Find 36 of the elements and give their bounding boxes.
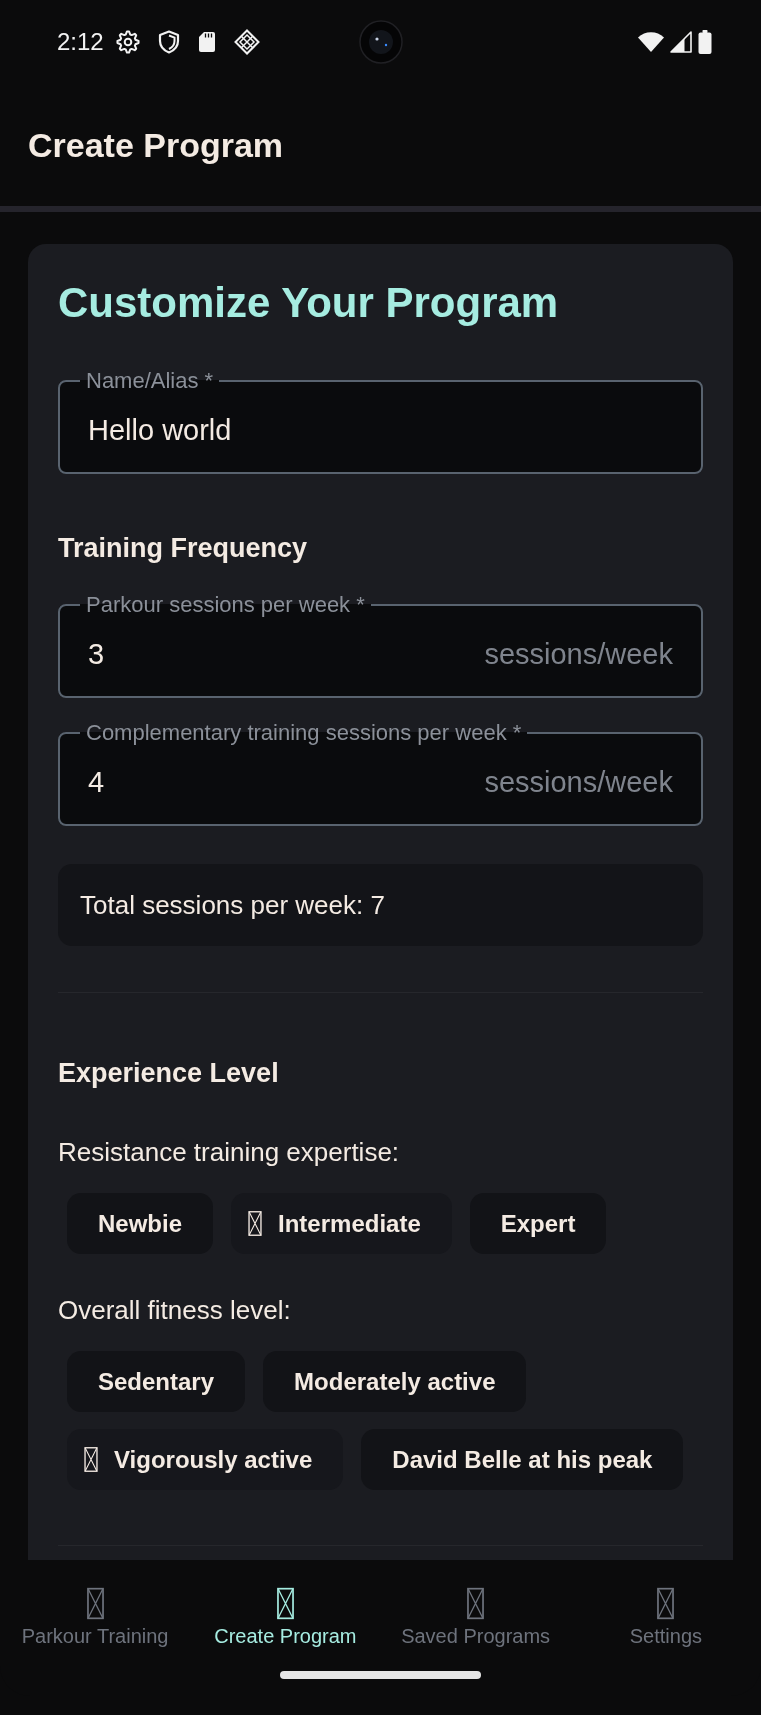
- option-chip[interactable]: Newbie: [67, 1193, 214, 1254]
- camera-lens-icon: [359, 20, 403, 64]
- status-time: 2:12: [57, 28, 104, 56]
- screen-title: Create Program: [28, 125, 284, 166]
- nav-tab[interactable]: Settings: [570, 1560, 761, 1648]
- shield-icon: [157, 30, 180, 54]
- section-heading: Experience Level: [58, 1057, 280, 1090]
- signal-icon: [669, 30, 693, 54]
- nav-tab[interactable]: Saved Programs: [380, 1560, 571, 1648]
- option-chip[interactable]: Sedentary: [67, 1351, 246, 1412]
- missing-glyph-icon: [276, 1587, 294, 1620]
- nav-tab[interactable]: Create Program: [190, 1560, 381, 1648]
- number-field[interactable]: Parkour sessions per week * 3 sessions/week: [58, 593, 703, 698]
- total-sessions-summary: Total sessions per week: 7: [58, 864, 703, 946]
- diamond-icon: [233, 29, 260, 55]
- gear-icon: [115, 30, 140, 54]
- option-chip[interactable]: Vigorously active: [67, 1429, 344, 1490]
- question-label: Overall fitness level:: [58, 1294, 292, 1326]
- nav-tab[interactable]: Parkour Training: [0, 1560, 191, 1648]
- section-heading: Training Frequency: [58, 532, 309, 565]
- name-field[interactable]: Name/Alias * Hello world: [58, 369, 703, 474]
- sd-card-icon: [197, 30, 216, 54]
- option-chip[interactable]: David Belle at his peak: [361, 1429, 684, 1490]
- battery-icon: [697, 29, 713, 55]
- question-label: Resistance training expertise:: [58, 1136, 401, 1168]
- missing-glyph-icon: [248, 1211, 263, 1236]
- option-chip[interactable]: Expert: [469, 1193, 607, 1254]
- number-field[interactable]: Complementary training sessions per week * 4 sessions/week: [58, 721, 703, 826]
- form-title: Customize Your Program: [58, 278, 560, 328]
- wifi-icon: [637, 30, 665, 54]
- missing-glyph-icon: [657, 1587, 675, 1620]
- missing-glyph-icon: [84, 1447, 98, 1472]
- missing-glyph-icon: [467, 1587, 485, 1620]
- missing-glyph-icon: [86, 1587, 104, 1620]
- option-chip[interactable]: Moderately active: [263, 1351, 527, 1412]
- option-chip[interactable]: Intermediate: [231, 1193, 452, 1254]
